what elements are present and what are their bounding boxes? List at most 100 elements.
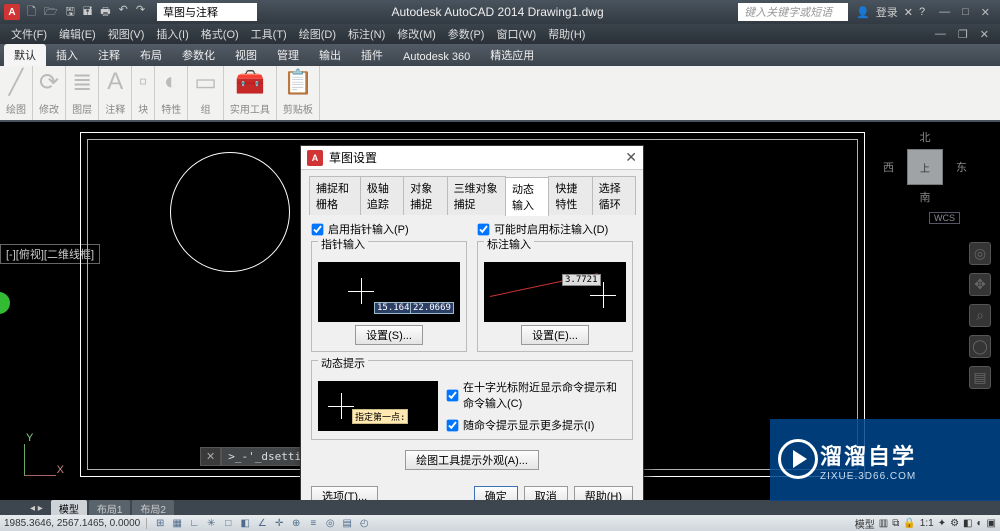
ribbon-tab-insert[interactable]: 插入 — [46, 44, 88, 66]
osnap-toggle-icon[interactable]: □ — [221, 518, 235, 529]
modelspace-button[interactable]: 模型 — [855, 516, 875, 531]
isolate-icon[interactable]: ◐ — [977, 518, 983, 529]
signin-label[interactable]: 登录 — [876, 4, 898, 20]
qat-undo-icon[interactable]: ↶ — [116, 2, 131, 23]
qat-open-icon[interactable]: 🗁 — [41, 2, 61, 23]
signin-icon[interactable]: 👤 — [856, 6, 870, 19]
menu-view[interactable]: 视图(V) — [103, 26, 150, 42]
panel-modify[interactable]: ⟳修改 — [33, 66, 66, 120]
nav-orbit-icon[interactable]: ◯ — [969, 335, 991, 358]
doc-close-button[interactable]: ✕ — [975, 28, 994, 41]
qat-saveas-icon[interactable]: 🖬 — [80, 2, 95, 23]
panel-clipboard[interactable]: 📋剪贴板 — [277, 66, 320, 120]
ribbon-tab-view[interactable]: 视图 — [225, 44, 267, 66]
qat-redo-icon[interactable]: ↷ — [133, 2, 148, 23]
panel-block[interactable]: ▫块 — [132, 66, 155, 120]
ribbon-tab-output[interactable]: 输出 — [309, 44, 351, 66]
menu-tools[interactable]: 工具(T) — [246, 26, 292, 42]
doc-restore-button[interactable]: ❐ — [953, 28, 973, 41]
ducs-toggle-icon[interactable]: ✛ — [272, 518, 286, 529]
annovisibility-icon[interactable]: ✦ — [938, 518, 946, 529]
dtab-quickprops[interactable]: 快捷特性 — [548, 176, 592, 215]
ribbon-tab-addins[interactable]: 插件 — [351, 44, 393, 66]
infocenter-search[interactable]: 键入关键字或短语 — [738, 3, 848, 21]
annoscale-icon[interactable]: 🔒 — [903, 518, 915, 529]
nav-showmotion-icon[interactable]: ▤ — [969, 366, 991, 389]
workspace-combo[interactable]: 草图与注释 — [157, 3, 257, 21]
ribbon-tab-annotate[interactable]: 注释 — [88, 44, 130, 66]
grid-toggle-icon[interactable]: ▦ — [170, 518, 184, 529]
help-icon[interactable]: ? — [919, 6, 925, 18]
panel-draw[interactable]: ╱绘图 — [0, 66, 33, 120]
app-logo[interactable]: A — [4, 4, 20, 20]
polar-toggle-icon[interactable]: ✳ — [204, 518, 218, 529]
menu-param[interactable]: 参数(P) — [443, 26, 490, 42]
menu-format[interactable]: 格式(O) — [196, 26, 244, 42]
wcs-badge[interactable]: WCS — [929, 212, 960, 224]
exchange-icon[interactable]: ✕ — [904, 6, 913, 19]
menu-insert[interactable]: 插入(I) — [151, 26, 193, 42]
qp-toggle-icon[interactable]: ▤ — [340, 518, 354, 529]
annoscale-value[interactable]: 1:1 — [920, 518, 934, 529]
maximize-button[interactable]: □ — [956, 4, 975, 21]
panel-utilities[interactable]: 🧰实用工具 — [224, 66, 277, 120]
dtab-3dosnap[interactable]: 三维对象捕捉 — [447, 176, 506, 215]
dtab-osnap[interactable]: 对象捕捉 — [403, 176, 447, 215]
tooltip-appearance-button[interactable]: 绘图工具提示外观(A)... — [405, 450, 539, 470]
qat-new-icon[interactable]: 🗋 — [24, 2, 39, 23]
chk-crosshair-prompt[interactable]: 在十字光标附近显示命令提示和命令输入(C) — [446, 379, 626, 411]
dialog-titlebar[interactable]: A 草图设置 ✕ — [301, 146, 643, 170]
nav-zoom-icon[interactable]: ⌕ — [969, 304, 991, 327]
ribbon-tab-layout[interactable]: 布局 — [130, 44, 172, 66]
menu-edit[interactable]: 编辑(E) — [54, 26, 101, 42]
panel-properties[interactable]: ◐特性 — [155, 66, 188, 120]
cmdline-close-icon[interactable]: ✕ — [200, 447, 221, 466]
ortho-toggle-icon[interactable]: ∟ — [187, 518, 201, 529]
doc-minimize-button[interactable]: — — [930, 28, 951, 41]
menu-draw[interactable]: 绘图(D) — [294, 26, 341, 42]
menu-modify[interactable]: 修改(M) — [392, 26, 441, 42]
hardware-accel-icon[interactable]: ◧ — [963, 518, 972, 529]
menu-help[interactable]: 帮助(H) — [543, 26, 590, 42]
otrack-toggle-icon[interactable]: ∠ — [255, 518, 269, 529]
status-qv-icon[interactable]: ⧉ — [892, 518, 899, 529]
nav-wheel-icon[interactable]: ◎ — [969, 242, 991, 265]
dtab-selcycle[interactable]: 选择循环 — [592, 176, 636, 215]
dim-settings-button[interactable]: 设置(E)... — [521, 325, 589, 345]
pointer-settings-button[interactable]: 设置(S)... — [355, 325, 423, 345]
sc-toggle-icon[interactable]: ◴ — [357, 518, 371, 529]
menu-dim[interactable]: 标注(N) — [343, 26, 390, 42]
ribbon-tab-manage[interactable]: 管理 — [267, 44, 309, 66]
qat-plot-icon[interactable]: 🖶 — [97, 2, 113, 23]
ribbon-tab-param[interactable]: 参数化 — [172, 44, 225, 66]
ribbon-tab-a360[interactable]: Autodesk 360 — [393, 48, 480, 66]
workspace-switch-icon[interactable]: ⚙ — [950, 518, 959, 529]
panel-group[interactable]: ▭组 — [188, 66, 224, 120]
minimize-button[interactable]: — — [933, 4, 956, 21]
status-layout-icon[interactable]: ▥ — [879, 518, 888, 529]
menu-window[interactable]: 窗口(W) — [491, 26, 541, 42]
dtab-polar[interactable]: 极轴追踪 — [360, 176, 404, 215]
tpy-toggle-icon[interactable]: ◎ — [323, 518, 337, 529]
close-button[interactable]: ✕ — [975, 4, 996, 21]
chk-more-prompts[interactable]: 随命令提示显示更多提示(I) — [446, 417, 626, 433]
cleanscreen-icon[interactable]: ▣ — [987, 518, 996, 529]
chk-pointer-input[interactable]: 启用指针输入(P) — [311, 221, 467, 237]
viewcube-face[interactable]: 上 — [907, 149, 943, 185]
panel-layers[interactable]: ≣图层 — [66, 66, 99, 120]
layout-nav-icons[interactable]: ◂ ▸ — [30, 503, 43, 514]
panel-annotate[interactable]: A注释 — [99, 66, 132, 120]
menu-file[interactable]: 文件(F) — [6, 26, 52, 42]
snap-toggle-icon[interactable]: ⊞ — [153, 518, 167, 529]
ribbon-tab-featured[interactable]: 精选应用 — [480, 44, 544, 66]
dtab-dyninput[interactable]: 动态输入 — [505, 177, 549, 216]
nav-pan-icon[interactable]: ✥ — [969, 273, 991, 296]
chk-dim-input[interactable]: 可能时启用标注输入(D) — [477, 221, 633, 237]
3dosnap-toggle-icon[interactable]: ◧ — [238, 518, 252, 529]
viewcube[interactable]: 北 西 东 南 上 — [885, 127, 965, 207]
dialog-close-icon[interactable]: ✕ — [625, 149, 637, 166]
qat-save-icon[interactable]: 🖫 — [63, 2, 78, 23]
lwt-toggle-icon[interactable]: ≡ — [306, 518, 320, 529]
dtab-snapgrid[interactable]: 捕捉和栅格 — [309, 176, 361, 215]
dyn-toggle-icon[interactable]: ⊕ — [289, 518, 303, 529]
